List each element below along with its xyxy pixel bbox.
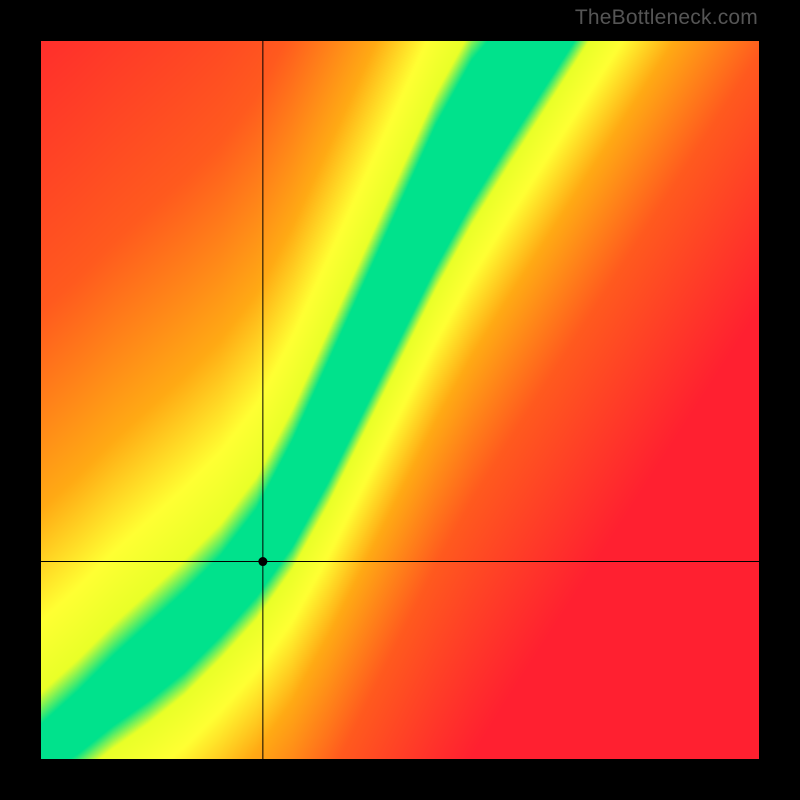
watermark-text: TheBottleneck.com <box>575 6 758 30</box>
chart-container: TheBottleneck.com <box>0 0 800 800</box>
bottleneck-heatmap <box>41 41 759 759</box>
